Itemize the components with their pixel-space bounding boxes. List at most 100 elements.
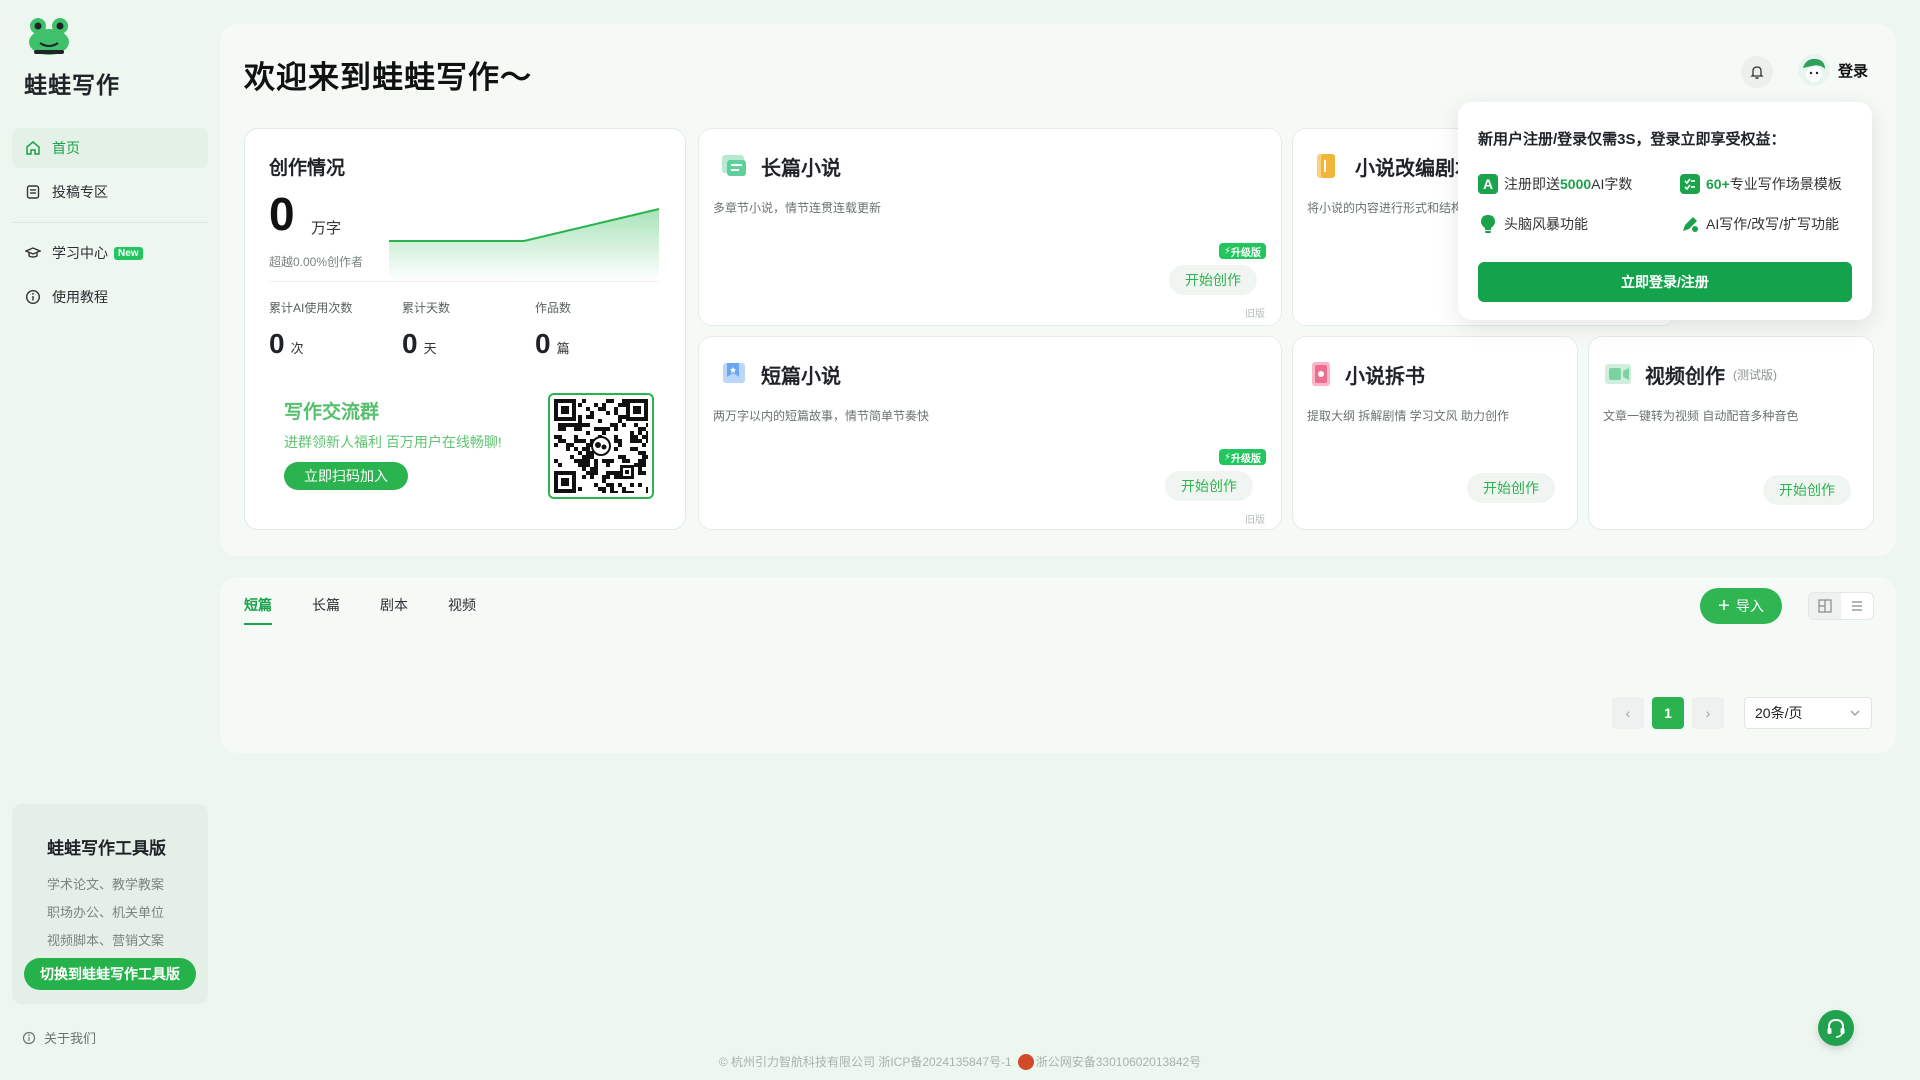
trend-sparkline (389, 208, 659, 281)
brand-name: 蛙蛙写作 (24, 72, 120, 98)
bolt-icon: ⚡ (1224, 451, 1232, 463)
stat-label: 累计AI使用次数 (269, 301, 353, 315)
sidebar-item-label: 学习中心 (52, 245, 108, 261)
police-badge-icon (1017, 1053, 1034, 1070)
about-us-link[interactable]: 关于我们 (22, 1028, 96, 1047)
upgrade-label: 升级版 (1231, 247, 1262, 259)
frog-logo-icon (29, 18, 69, 55)
headset-icon (1827, 1018, 1845, 1038)
stat-label: 作品数 (535, 301, 572, 315)
tab-script[interactable]: 剧本 (380, 595, 408, 625)
login-label: 登录 (1838, 62, 1869, 80)
bell-icon (1750, 66, 1764, 79)
works-tabs: 短篇 长篇 剧本 视频 (244, 595, 516, 625)
upgrade-badge: ⚡ 升级版 (1219, 243, 1267, 259)
grid-view-icon[interactable] (1809, 593, 1841, 619)
feature-desc: 提取大纲 拆解剧情 学习文风 助力创作 (1307, 409, 1510, 423)
feature-card-book-breakdown[interactable]: 小说拆书 提取大纲 拆解剧情 学习文风 助力创作 开始创作 (1292, 336, 1578, 530)
qr-code-icon (554, 399, 650, 495)
bolt-icon: ⚡ (1224, 245, 1232, 257)
feature-desc: 文章一键转为视频 自动配音多种音色 (1603, 409, 1799, 423)
sidebar-item-home[interactable]: 首页 (12, 128, 208, 168)
stats-divider (269, 281, 659, 282)
switch-tool-version-button[interactable]: 切换到蛙蛙写作工具版 (24, 958, 196, 990)
page-number-button[interactable]: 1 (1652, 697, 1684, 729)
group-title: 写作交流群 (284, 402, 380, 423)
group-subtitle: 进群领新人福利 百万用户在线畅聊! (284, 434, 502, 450)
ai-usage-stat: 累计AI使用次数 0次 (269, 299, 352, 360)
old-version-link[interactable]: 旧版 (1245, 511, 1265, 526)
feature-title: 小说拆书 (1345, 365, 1425, 388)
stat-unit: 篇 (556, 341, 570, 356)
video-icon (1605, 364, 1631, 384)
feature-title: 视频创作 (1645, 365, 1725, 388)
works-card: 短篇 长篇 剧本 视频 + 导入 ‹ 1 › 20条/页 (220, 577, 1896, 753)
sidebar-nav: 首页 投稿专区 学习中心 New 使用教程 (12, 128, 208, 321)
start-creating-button[interactable]: 开始创作 (1467, 473, 1555, 503)
customer-service-button[interactable] (1818, 1010, 1854, 1046)
stats-title: 创作情况 (269, 158, 346, 179)
info-icon (24, 288, 42, 306)
long-novel-icon (722, 155, 746, 176)
tool-card-line: 学术论文、教学教案 (47, 877, 165, 892)
login-register-button[interactable]: 立即登录/注册 (1478, 262, 1852, 302)
list-view-icon[interactable] (1841, 593, 1873, 619)
per-page-select[interactable]: 20条/页 (1744, 697, 1872, 729)
tool-version-card: 蛙蛙写作工具版 学术论文、教学教案 职场办公、机关单位 视频脚本、营销文案 切换… (12, 804, 208, 1004)
login-button[interactable]: 登录 (1798, 54, 1868, 86)
home-icon (24, 139, 42, 157)
ai-letter-icon: A (1478, 174, 1498, 194)
feature-title: 小说改编剧本 (1355, 157, 1475, 180)
sidebar-item-submit[interactable]: 投稿专区 (12, 172, 208, 212)
start-creating-button[interactable]: 开始创作 (1169, 265, 1257, 295)
feature-desc: 将小说的内容进行形式和结构 (1307, 201, 1464, 215)
feature-title: 长篇小说 (761, 157, 841, 180)
footer: © 杭州引力智航科技有限公司 浙ICP备2024135847号-1 浙公网安备3… (0, 1053, 1920, 1070)
stat-value: 0 (535, 328, 551, 359)
upgrade-label: 升级版 (1231, 453, 1262, 465)
feature-title: 短篇小说 (761, 365, 841, 388)
perk-item: 头脑风暴功能 (1478, 214, 1588, 234)
sidebar-item-tutorial[interactable]: 使用教程 (12, 277, 208, 317)
import-label: 导入 (1735, 598, 1764, 614)
upgrade-badge: ⚡ 升级版 (1219, 449, 1267, 465)
tab-long[interactable]: 长篇 (312, 595, 340, 625)
avatar (1798, 54, 1830, 86)
brand-logo[interactable]: 蛙蛙写作 (24, 16, 119, 98)
sidebar-item-learning[interactable]: 学习中心 New (12, 233, 208, 273)
prev-page-button[interactable]: ‹ (1612, 697, 1644, 729)
tool-card-title: 蛙蛙写作工具版 (47, 839, 166, 858)
short-novel-icon (723, 363, 745, 383)
plus-icon: + (1718, 595, 1730, 617)
pen-icon (1680, 214, 1700, 234)
beta-tag: (测试版) (1733, 367, 1777, 382)
per-page-value: 20条/页 (1755, 705, 1803, 721)
feature-card-short-novel[interactable]: 短篇小说 两万字以内的短篇故事，情节简单节奏快 ⚡ 升级版 开始创作 旧版 (698, 336, 1282, 530)
perk-item: A 注册即送 5000 AI字数 (1478, 174, 1632, 194)
graduation-cap-icon (24, 244, 42, 262)
join-group-button[interactable]: 立即扫码加入 (284, 462, 408, 490)
works-stat: 作品数 0篇 (535, 299, 571, 360)
nav-divider (12, 222, 208, 223)
old-version-link[interactable]: 旧版 (1245, 305, 1265, 320)
feature-card-video[interactable]: 视频创作 (测试版) 文章一键转为视频 自动配音多种音色 开始创作 (1588, 336, 1874, 530)
tool-card-line: 视频脚本、营销文案 (47, 933, 165, 948)
import-button[interactable]: + 导入 (1700, 588, 1782, 624)
tool-card-line: 职场办公、机关单位 (47, 905, 165, 920)
start-creating-button[interactable]: 开始创作 (1165, 471, 1253, 501)
start-creating-button[interactable]: 开始创作 (1763, 475, 1851, 505)
perk-item: AI写作/改写/扩写功能 (1680, 214, 1839, 234)
feature-card-long-novel[interactable]: 长篇小说 多章节小说，情节连贯连载更新 ⚡ 升级版 开始创作 旧版 (698, 128, 1282, 326)
footer-company[interactable]: © 杭州引力智航科技有限公司 浙ICP备2024135847号-1 (719, 1053, 1012, 1070)
perk-text: 专业写作场景模板 (1729, 176, 1842, 192)
perk-text: 头脑风暴功能 (1504, 216, 1588, 232)
new-badge: New (114, 246, 143, 260)
notification-button[interactable] (1741, 56, 1773, 88)
tab-video[interactable]: 视频 (448, 595, 476, 625)
perk-highlight: 60+ (1706, 176, 1730, 192)
tab-short[interactable]: 短篇 (244, 595, 272, 625)
perk-highlight: 5000 (1560, 176, 1592, 192)
footer-police[interactable]: 浙公网安备33010602013842号 (1036, 1053, 1201, 1070)
submit-icon (24, 183, 42, 201)
next-page-button[interactable]: › (1692, 697, 1724, 729)
